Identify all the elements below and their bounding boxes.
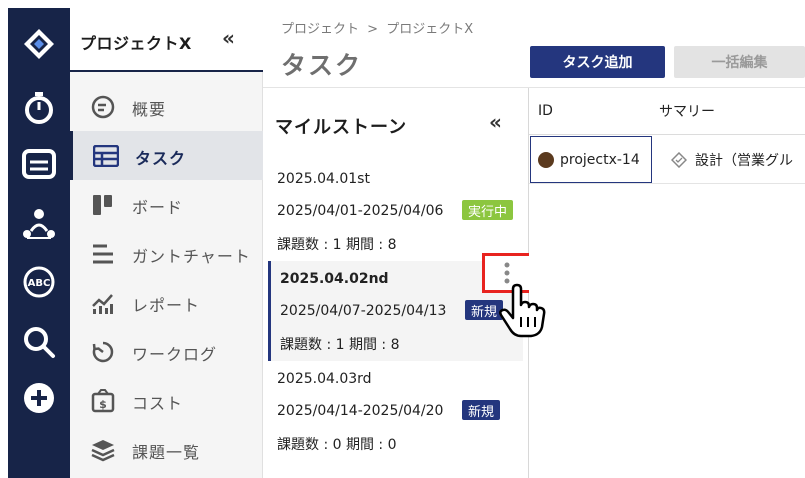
svg-text:ABC: ABC bbox=[28, 278, 51, 289]
app-frame: ABC プロジェクトX « 概要 タスク ボード ガントチャート レポート ワー… bbox=[0, 0, 805, 478]
sidebar-item-label: レポート bbox=[132, 296, 201, 315]
sidebar-item-label: ワークログ bbox=[132, 345, 218, 364]
sidebar-item-tasks[interactable]: タスク bbox=[70, 131, 263, 180]
breadcrumb-separator: > bbox=[367, 22, 379, 37]
table-cell-id[interactable]: projectx-14 bbox=[530, 136, 652, 183]
sidebar-header: プロジェクトX « bbox=[70, 8, 263, 72]
task-table-icon bbox=[93, 143, 119, 169]
sidebar-item-label: コスト bbox=[132, 394, 184, 413]
milestone-collapse-icon[interactable]: « bbox=[489, 110, 502, 134]
add-icon[interactable] bbox=[8, 376, 70, 420]
sidebar-item-board[interactable]: ボード bbox=[70, 180, 263, 229]
search-icon[interactable] bbox=[8, 320, 70, 364]
sidebar-item-gantt[interactable]: ガントチャート bbox=[70, 229, 263, 278]
milestone-date-range: 2025/04/01-2025/04/06 bbox=[277, 203, 444, 219]
sidebar-item-cost[interactable]: $ コスト bbox=[70, 376, 263, 425]
sidebar-item-label: 課題一覧 bbox=[132, 443, 201, 462]
logo-diamond-icon[interactable] bbox=[8, 22, 70, 66]
inbox-icon[interactable] bbox=[8, 142, 70, 186]
milestone-panel: マイルストーン « 2025.04.01st 2025/04/01-2025/0… bbox=[263, 88, 532, 478]
sidebar-item-label: ガントチャート bbox=[132, 247, 251, 266]
hand-pointer-cursor-icon bbox=[499, 283, 546, 338]
bulk-edit-button[interactable]: 一括編集 bbox=[674, 46, 805, 78]
breadcrumb-project[interactable]: プロジェクト bbox=[281, 22, 359, 37]
milestone-name: 2025.04.03rd bbox=[277, 371, 372, 387]
report-icon bbox=[90, 290, 116, 316]
milestone-date-range: 2025/04/14-2025/04/20 bbox=[277, 403, 444, 419]
sidebar-item-report[interactable]: レポート bbox=[70, 278, 263, 327]
breadcrumb: プロジェクト > プロジェクトX bbox=[281, 18, 477, 37]
status-badge: 新規 bbox=[462, 400, 501, 420]
status-badge: 実行中 bbox=[462, 200, 514, 220]
page-header: プロジェクト > プロジェクトX タスク タスク追加 一括編集 bbox=[263, 8, 805, 88]
sidebar-item-label: タスク bbox=[135, 149, 187, 168]
task-summary: 設計（営業グル bbox=[695, 152, 793, 169]
worklog-icon bbox=[90, 339, 116, 365]
milestone-date-range: 2025/04/07-2025/04/13 bbox=[280, 303, 447, 319]
overview-icon bbox=[90, 94, 116, 120]
row-divider bbox=[529, 183, 805, 184]
column-header-id[interactable]: ID bbox=[538, 88, 553, 134]
board-icon bbox=[90, 192, 116, 218]
column-header-summary[interactable]: サマリー bbox=[659, 88, 715, 134]
sidebar-item-issues[interactable]: 課題一覧 bbox=[70, 425, 263, 474]
milestone-item[interactable]: 2025.04.01st 2025/04/01-2025/04/06 実行中 課… bbox=[268, 161, 523, 261]
svg-text:$: $ bbox=[99, 398, 107, 411]
issue-type-dot-icon bbox=[538, 151, 554, 168]
sidebar-item-worklog[interactable]: ワークログ bbox=[70, 327, 263, 376]
icon-rail: ABC bbox=[8, 8, 70, 478]
gantt-icon bbox=[90, 241, 116, 267]
milestone-meta: 課題数 : 1 期間 : 8 bbox=[277, 237, 397, 253]
cost-icon: $ bbox=[90, 388, 116, 414]
breadcrumb-current[interactable]: プロジェクトX bbox=[386, 22, 473, 37]
header-divider bbox=[529, 134, 805, 135]
team-icon[interactable] bbox=[8, 202, 70, 246]
sidebar-item-label: ボード bbox=[132, 198, 184, 217]
sidebar-item-overview[interactable]: 概要 bbox=[70, 82, 263, 131]
sidebar-item-label: 概要 bbox=[132, 100, 167, 119]
milestone-meta: 課題数 : 0 期間 : 0 bbox=[277, 437, 397, 453]
task-table: ID サマリー projectx-14 設計（営業グル bbox=[529, 88, 805, 478]
project-name: プロジェクトX bbox=[80, 34, 192, 53]
milestone-meta: 課題数 : 1 期間 : 8 bbox=[280, 337, 400, 353]
project-sidebar: プロジェクトX « 概要 タスク ボード ガントチャート レポート ワークログ … bbox=[70, 8, 263, 478]
issues-layers-icon bbox=[90, 437, 116, 463]
table-cell-summary[interactable]: 設計（営業グル bbox=[659, 136, 805, 183]
sidebar-collapse-icon[interactable]: « bbox=[222, 26, 235, 50]
add-task-button[interactable]: タスク追加 bbox=[530, 46, 665, 78]
diamond-icon bbox=[671, 151, 687, 168]
milestone-name: 2025.04.02nd bbox=[280, 271, 389, 287]
page-title: タスク bbox=[281, 51, 363, 80]
abc-icon[interactable]: ABC bbox=[8, 260, 70, 304]
milestone-panel-title: マイルストーン bbox=[275, 117, 408, 138]
milestone-name: 2025.04.01st bbox=[277, 171, 370, 187]
milestone-item-selected[interactable]: 2025.04.02nd 2025/04/07-2025/04/13 新規 課題… bbox=[268, 253, 532, 361]
milestone-item[interactable]: 2025.04.03rd 2025/04/14-2025/04/20 新規 課題… bbox=[268, 361, 523, 461]
task-id: projectx-14 bbox=[560, 151, 640, 168]
stopwatch-icon[interactable] bbox=[8, 86, 70, 130]
